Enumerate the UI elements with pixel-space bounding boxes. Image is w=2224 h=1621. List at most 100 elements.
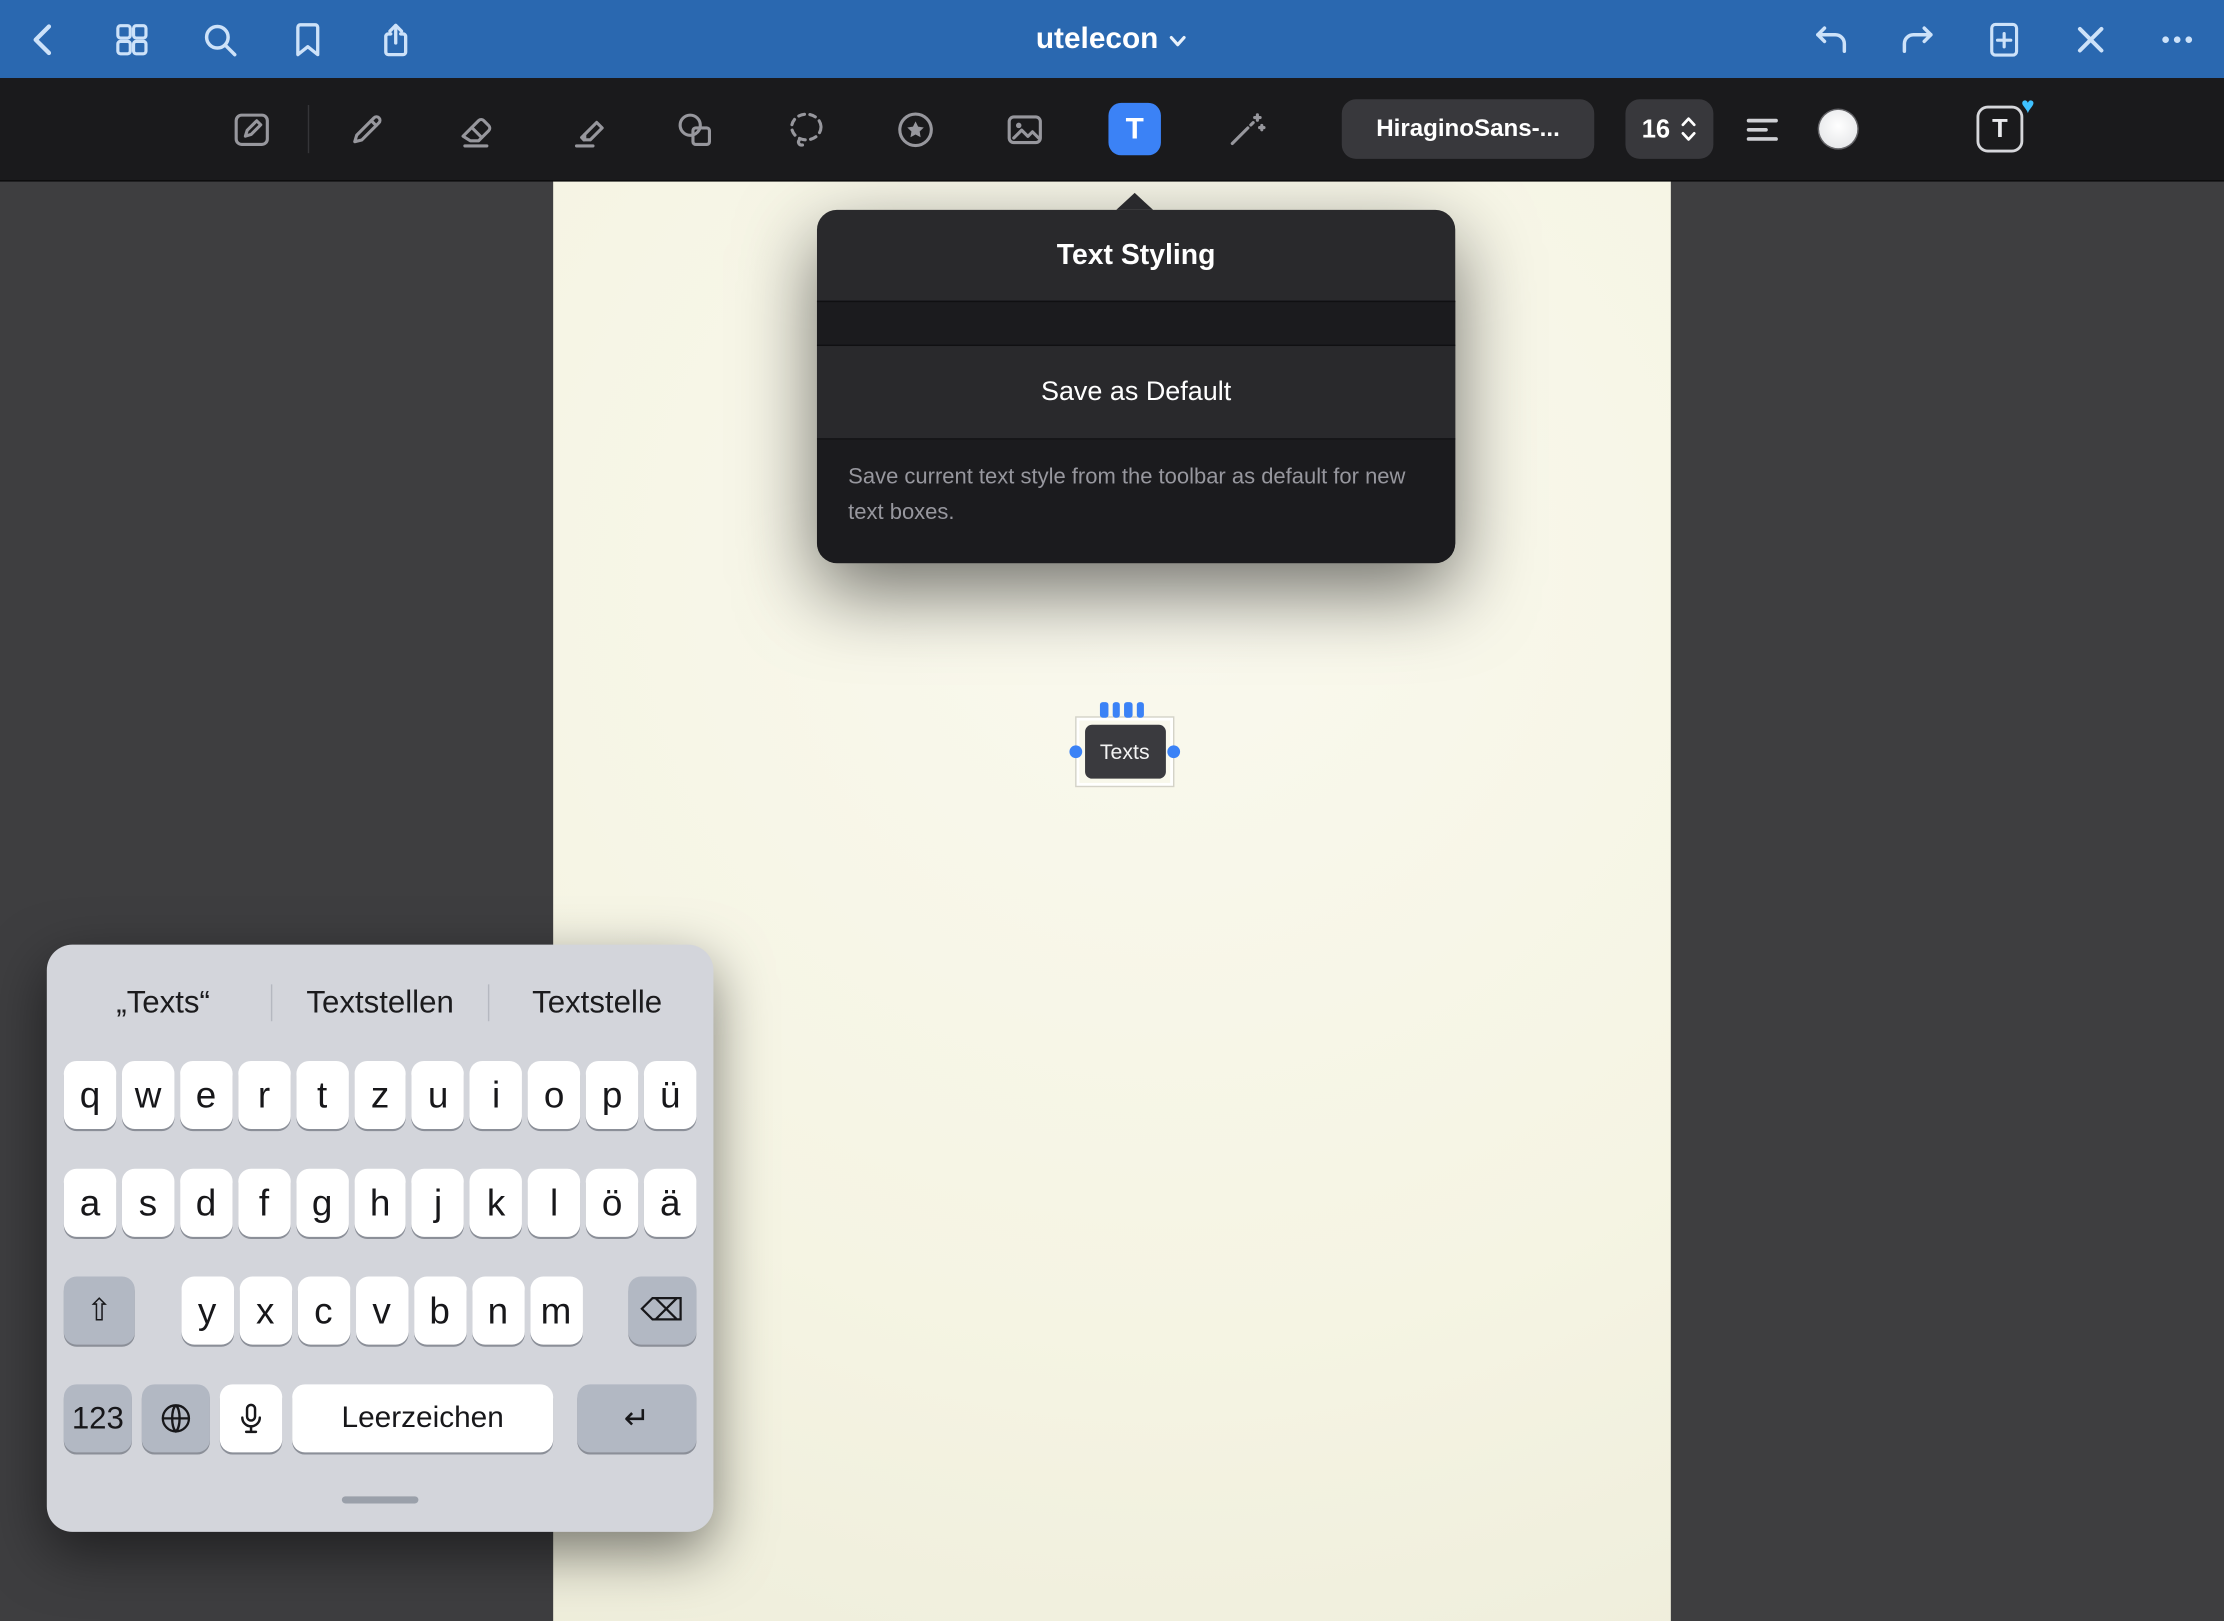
back-button[interactable] — [23, 18, 66, 61]
edit-toggle-icon — [229, 107, 273, 151]
popover-title: Text Styling — [1057, 239, 1216, 272]
share-button[interactable] — [374, 18, 417, 61]
font-family-button[interactable]: HiraginoSans-... — [1342, 99, 1594, 159]
key-p[interactable]: p — [586, 1061, 638, 1129]
laser-pointer-tool-button[interactable] — [1214, 98, 1276, 160]
share-icon — [376, 19, 416, 59]
globe-key[interactable] — [142, 1384, 210, 1452]
edit-toggle-button[interactable] — [220, 98, 282, 160]
textbox-drag-handle[interactable] — [1100, 702, 1144, 718]
backspace-key[interactable]: ⌫ — [628, 1277, 696, 1345]
undo-icon — [1811, 19, 1851, 59]
align-left-icon — [1740, 107, 1784, 151]
key-r[interactable]: r — [238, 1061, 290, 1129]
favorite-heart-icon: ♥ — [2021, 96, 2034, 119]
eraser-tool-button[interactable] — [444, 98, 506, 160]
pen-icon — [344, 107, 388, 151]
shapes-tool-button[interactable] — [664, 98, 726, 160]
resize-handle-right[interactable] — [1167, 745, 1180, 758]
text-styling-popover: Text Styling Save as Default Save curren… — [817, 210, 1455, 563]
stepper-chevrons-icon — [1679, 113, 1697, 144]
key-ü[interactable]: ü — [644, 1061, 696, 1129]
grid-icon — [112, 19, 152, 59]
key-z[interactable]: z — [354, 1061, 406, 1129]
highlighter-tool-button[interactable] — [557, 98, 619, 160]
text-tool-icon: T — [1126, 112, 1144, 146]
globe-icon — [157, 1400, 194, 1437]
key-q[interactable]: q — [64, 1061, 116, 1129]
bookmark-button[interactable] — [287, 18, 330, 61]
chevron-down-icon — [1168, 31, 1188, 51]
key-y[interactable]: y — [181, 1277, 233, 1345]
close-button[interactable] — [2069, 18, 2112, 61]
lasso-tool-button[interactable] — [774, 98, 836, 160]
shapes-icon — [673, 107, 717, 151]
key-u[interactable]: u — [412, 1061, 464, 1129]
add-page-button[interactable] — [1983, 18, 2026, 61]
key-o[interactable]: o — [528, 1061, 580, 1129]
highlighter-icon — [567, 107, 611, 151]
bookmark-icon — [288, 19, 328, 59]
key-n[interactable]: n — [472, 1277, 524, 1345]
font-size-stepper[interactable]: 16 — [1625, 99, 1713, 159]
return-key[interactable]: ↵ — [577, 1384, 696, 1452]
shift-key[interactable]: ⇧ — [64, 1277, 135, 1345]
popover-divider-strip — [817, 301, 1455, 346]
key-j[interactable]: j — [412, 1169, 464, 1237]
textbox-selection-frame: Texts — [1077, 718, 1173, 786]
text-box[interactable]: Texts — [1084, 725, 1165, 779]
text-style-button[interactable]: T ♥ — [1976, 106, 2023, 153]
key-c[interactable]: c — [297, 1277, 349, 1345]
document-title[interactable]: utelecon — [1036, 22, 1188, 56]
redo-button[interactable] — [1896, 18, 1939, 61]
elements-star-icon — [893, 107, 937, 151]
photo-tool-button[interactable] — [993, 98, 1055, 160]
text-tool-button[interactable]: T — [1108, 103, 1160, 155]
suggestion-1[interactable]: „Texts“ — [55, 973, 271, 1033]
tools-toolbar: T HiraginoSans-... 16 T ♥ — [0, 78, 2224, 182]
alignment-button[interactable] — [1730, 98, 1792, 160]
suggestion-2[interactable]: Textstellen — [272, 973, 488, 1033]
pen-tool-button[interactable] — [335, 98, 397, 160]
key-w[interactable]: w — [122, 1061, 174, 1129]
numbers-key[interactable]: 123 — [64, 1384, 132, 1452]
save-as-default-button[interactable]: Save as Default — [817, 346, 1455, 440]
key-e[interactable]: e — [180, 1061, 232, 1129]
eraser-icon — [453, 107, 497, 151]
key-x[interactable]: x — [239, 1277, 291, 1345]
key-l[interactable]: l — [528, 1169, 580, 1237]
key-ä[interactable]: ä — [644, 1169, 696, 1237]
keyboard-drag-handle[interactable] — [342, 1496, 419, 1503]
key-s[interactable]: s — [122, 1169, 174, 1237]
font-family-label: HiraginoSans-... — [1376, 115, 1560, 143]
key-d[interactable]: d — [180, 1169, 232, 1237]
key-a[interactable]: a — [64, 1169, 116, 1237]
suggestion-bar: „Texts“TextstellenTextstelle — [55, 973, 705, 1033]
key-ö[interactable]: ö — [586, 1169, 638, 1237]
add-page-icon — [1984, 19, 2024, 59]
keyboard: „Texts“TextstellenTextstelle qwertzuiopü… — [47, 945, 714, 1532]
key-f[interactable]: f — [238, 1169, 290, 1237]
elements-tool-button[interactable] — [884, 98, 946, 160]
key-g[interactable]: g — [296, 1169, 348, 1237]
key-t[interactable]: t — [296, 1061, 348, 1129]
document-title-label: utelecon — [1036, 22, 1158, 56]
key-k[interactable]: k — [470, 1169, 522, 1237]
undo-button[interactable] — [1810, 18, 1853, 61]
key-b[interactable]: b — [413, 1277, 465, 1345]
popover-arrow — [1116, 193, 1153, 210]
more-button[interactable] — [2156, 18, 2199, 61]
key-v[interactable]: v — [355, 1277, 407, 1345]
color-swatch-button[interactable] — [1819, 110, 1857, 148]
resize-handle-left[interactable] — [1069, 745, 1082, 758]
key-m[interactable]: m — [530, 1277, 582, 1345]
key-h[interactable]: h — [354, 1169, 406, 1237]
key-i[interactable]: i — [470, 1061, 522, 1129]
space-key[interactable]: Leerzeichen — [292, 1384, 553, 1452]
dictation-key[interactable] — [220, 1384, 282, 1452]
thumbnails-button[interactable] — [111, 18, 154, 61]
suggestion-3[interactable]: Textstelle — [489, 973, 705, 1033]
back-icon — [24, 19, 64, 59]
search-button[interactable] — [199, 18, 242, 61]
redo-icon — [1898, 19, 1938, 59]
